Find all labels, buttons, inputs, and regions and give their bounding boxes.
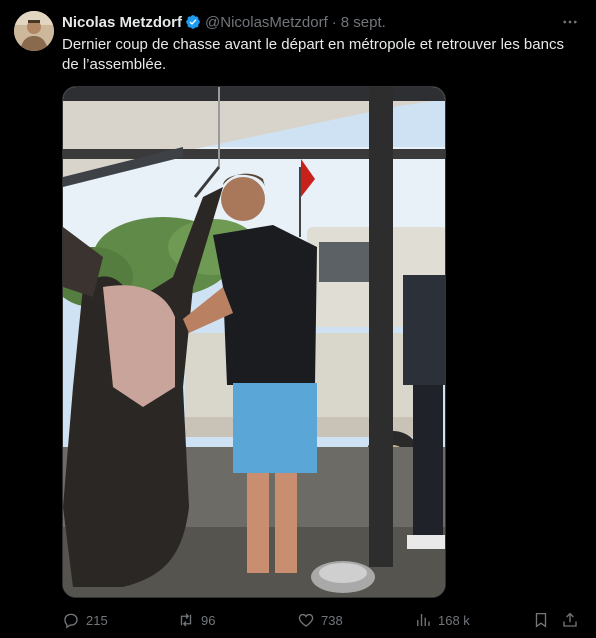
separator-dot: · [331, 13, 337, 31]
repost-count: 96 [201, 612, 216, 628]
like-count: 738 [321, 612, 343, 628]
tweet-date[interactable]: 8 sept. [341, 14, 386, 31]
heart-icon [298, 613, 314, 627]
share-button[interactable] [561, 608, 579, 632]
tweet-header: Nicolas Metzdorf @NicolasMetzdorf · 8 se… [62, 12, 386, 32]
more-dots-icon[interactable] [560, 12, 580, 32]
avatar[interactable] [14, 11, 54, 51]
verified-badge-icon [185, 14, 201, 30]
avatar-image [14, 11, 54, 51]
reply-button[interactable]: 215 [62, 608, 108, 632]
reply-count: 215 [86, 612, 108, 628]
views-bar-icon [417, 614, 430, 626]
tweet: Nicolas Metzdorf @NicolasMetzdorf · 8 se… [0, 0, 596, 638]
tweet-text: Dernier coup de chasse avant le départ e… [62, 36, 564, 73]
tweet-photo[interactable] [62, 86, 446, 598]
photo-illustration [63, 87, 445, 597]
bookmark-icon [535, 612, 547, 628]
tweet-actions: 215 96 738 168 k [62, 608, 582, 632]
author-handle[interactable]: @NicolasMetzdorf [205, 14, 328, 31]
repost-icon [180, 613, 192, 627]
views-count: 168 k [438, 612, 470, 628]
author-name[interactable]: Nicolas Metzdorf [62, 14, 182, 31]
repost-button[interactable]: 96 [177, 608, 215, 632]
bookmark-button[interactable] [532, 608, 550, 632]
views-button[interactable]: 168 k [414, 608, 470, 632]
like-button[interactable]: 738 [297, 608, 343, 632]
share-icon [563, 612, 577, 627]
reply-icon [64, 613, 78, 629]
